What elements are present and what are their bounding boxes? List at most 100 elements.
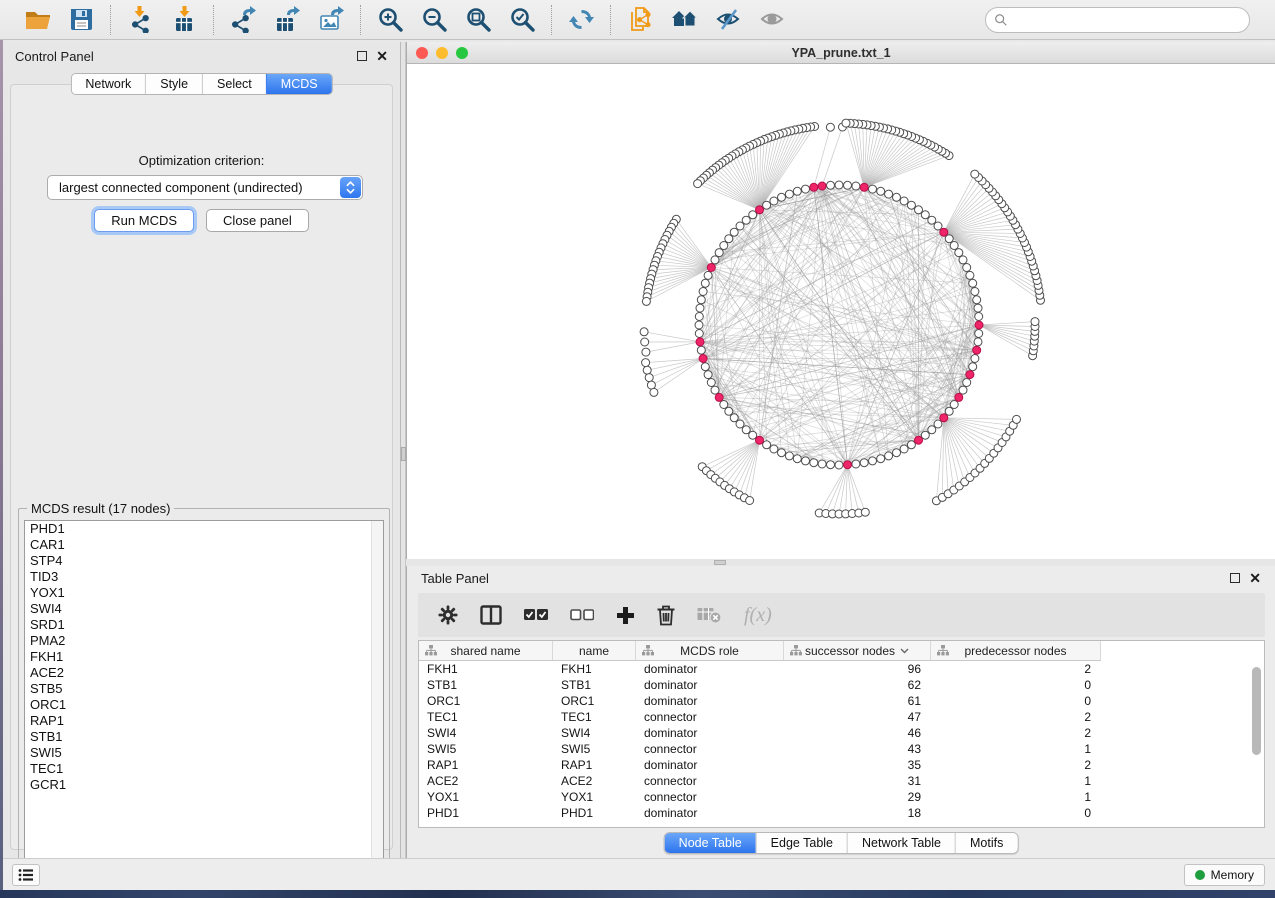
maximize-window-icon[interactable] [456,47,468,59]
result-list-item[interactable]: FKH1 [25,649,383,665]
result-list-item[interactable]: GCR1 [25,777,383,793]
cell-predecessor-nodes: 2 [931,710,1101,724]
export-network-icon[interactable] [228,5,258,35]
optimization-criterion-label: Optimization criterion: [11,153,392,168]
result-list-item[interactable]: STP4 [25,553,383,569]
result-list-item[interactable]: SWI4 [25,601,383,617]
zoom-selected-icon[interactable] [507,5,537,35]
tab-edge-table[interactable]: Edge Table [756,833,847,853]
table-row[interactable]: FKH1FKH1dominator962 [419,661,1264,677]
tab-motifs[interactable]: Motifs [955,833,1017,853]
table-scrollbar[interactable] [1252,663,1262,823]
table-row[interactable]: PHD1PHD1dominator180 [419,805,1264,821]
result-list-scrollbar[interactable] [371,521,383,873]
clone-network-icon[interactable] [625,5,655,35]
result-list-item[interactable]: TEC1 [25,761,383,777]
table-row[interactable]: RAP1RAP1dominator352 [419,757,1264,773]
criterion-dropdown[interactable]: largest connected component (undirected) [47,175,363,200]
tab-network[interactable]: Network [71,74,145,94]
zoom-fit-icon[interactable] [463,5,493,35]
mcds-tab-content: Optimization criterion: largest connecte… [10,84,393,850]
mcds-result-list[interactable]: PHD1CAR1STP4TID3YOX1SWI4SRD1PMA2FKH1ACE2… [24,520,384,874]
node-table[interactable]: shared namenameMCDS rolesuccessor nodesp… [418,640,1265,828]
column-header-name[interactable]: name [553,641,636,661]
application-window: Control Panel ✕ NetworkStyleSelectMCDS O… [0,0,1275,898]
export-table-icon[interactable] [272,5,302,35]
cell-successor-nodes: 62 [784,678,931,692]
result-list-item[interactable]: PHD1 [25,521,383,537]
result-list-item[interactable]: CAR1 [25,537,383,553]
zoom-out-icon[interactable] [419,5,449,35]
column-header-successor-nodes[interactable]: successor nodes [784,641,931,661]
select-all-icon[interactable] [524,609,548,621]
dropdown-stepper-icon [340,177,361,198]
search-input[interactable] [1013,10,1249,30]
table-row[interactable]: TEC1TEC1connector472 [419,709,1264,725]
hide-selected-icon[interactable] [713,5,743,35]
tab-style[interactable]: Style [145,74,202,94]
cell-predecessor-nodes: 0 [931,694,1101,708]
export-image-icon[interactable] [316,5,346,35]
deselect-all-icon[interactable] [570,609,594,621]
horizontal-splitter[interactable] [406,559,1275,566]
result-list-item[interactable]: ORC1 [25,697,383,713]
task-history-button[interactable] [12,864,40,886]
search-box[interactable] [985,7,1250,33]
column-header-predecessor-nodes[interactable]: predecessor nodes [931,641,1101,661]
cell-successor-nodes: 46 [784,726,931,740]
close-panel-icon[interactable]: ✕ [376,51,388,61]
result-list-item[interactable]: TID3 [25,569,383,585]
table-row[interactable]: ACE2ACE2connector311 [419,773,1264,789]
network-view-window: YPA_prune.txt_1 [406,42,1275,559]
tab-select[interactable]: Select [202,74,266,94]
column-header-shared-name[interactable]: shared name [419,641,553,661]
cell-predecessor-nodes: 2 [931,662,1101,676]
gear-icon[interactable] [438,605,458,625]
result-list-item[interactable]: RAP1 [25,713,383,729]
add-column-icon[interactable] [616,606,635,625]
result-list-item[interactable]: PMA2 [25,633,383,649]
result-list-item[interactable]: STB5 [25,681,383,697]
table-row[interactable]: ORC1ORC1dominator610 [419,693,1264,709]
network-canvas[interactable] [407,64,1275,559]
first-neighbors-icon[interactable] [669,5,699,35]
table-row[interactable]: SWI4SWI4dominator462 [419,725,1264,741]
open-file-icon[interactable] [22,5,52,35]
columns-icon[interactable] [480,605,502,625]
table-row[interactable]: STB1STB1dominator620 [419,677,1264,693]
close-window-icon[interactable] [416,47,428,59]
import-network-icon[interactable] [125,5,155,35]
result-list-item[interactable]: SWI5 [25,745,383,761]
result-list-item[interactable]: YOX1 [25,585,383,601]
tab-network-table[interactable]: Network Table [847,833,955,853]
minimize-window-icon[interactable] [436,47,448,59]
table-row[interactable]: SWI5SWI5connector431 [419,741,1264,757]
table-scrollbar-thumb[interactable] [1252,667,1261,755]
close-panel-button[interactable]: Close panel [206,209,309,232]
apply-layout-icon[interactable] [566,5,596,35]
cell-shared-name: PHD1 [419,806,553,820]
run-mcds-button[interactable]: Run MCDS [94,209,194,232]
float-panel-icon[interactable] [357,51,367,61]
column-header-MCDS-role[interactable]: MCDS role [636,641,784,661]
tab-node-table[interactable]: Node Table [665,833,756,853]
control-panel-tabs: NetworkStyleSelectMCDS [70,73,332,95]
tab-mcds[interactable]: MCDS [266,74,332,94]
float-table-panel-icon[interactable] [1230,573,1240,583]
zoom-in-icon[interactable] [375,5,405,35]
delete-column-icon[interactable] [657,605,675,626]
result-list-item[interactable]: ACE2 [25,665,383,681]
cell-successor-nodes: 35 [784,758,931,772]
save-session-icon[interactable] [66,5,96,35]
horizontal-splitter-handle[interactable] [714,560,726,565]
result-list-item[interactable]: SRD1 [25,617,383,633]
cell-name: RAP1 [553,758,636,772]
import-table-icon[interactable] [169,5,199,35]
close-table-panel-icon[interactable]: ✕ [1249,573,1261,583]
network-window-titlebar[interactable]: YPA_prune.txt_1 [407,42,1275,64]
memory-button[interactable]: Memory [1184,864,1265,886]
table-row[interactable]: YOX1YOX1connector291 [419,789,1264,805]
result-list-item[interactable]: STB1 [25,729,383,745]
cell-predecessor-nodes: 2 [931,758,1101,772]
show-all-icon[interactable] [757,5,787,35]
